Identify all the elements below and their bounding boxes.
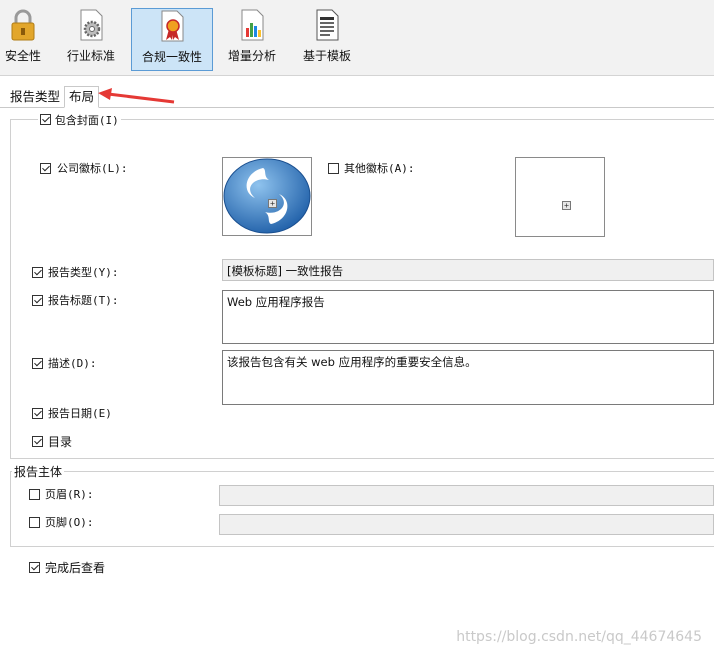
description-field[interactable]: 该报告包含有关 web 应用程序的重要安全信息。: [222, 350, 714, 405]
toc-checkbox[interactable]: [32, 436, 43, 447]
toolbar: 安全性 行业标准 合规一致性 增量分析 基于模板: [0, 0, 714, 76]
watermark: https://blog.csdn.net/qq_44674645: [456, 629, 702, 645]
other-logo-box[interactable]: +: [515, 157, 605, 237]
include-cover-label: 包含封面(I): [54, 114, 119, 127]
footer-field[interactable]: [219, 514, 714, 535]
report-title-checkbox[interactable]: [32, 295, 43, 306]
report-date-label: 报告日期(E): [48, 407, 112, 420]
bar-chart-document-icon: [241, 9, 264, 41]
footer-label: 页脚(O):: [45, 516, 94, 529]
toolbar-label: 安全性: [4, 49, 41, 63]
report-body-group: [10, 471, 714, 547]
report-body-title: 报告主体: [12, 463, 65, 480]
template-document-icon: [316, 9, 339, 41]
company-logo-icon: [223, 158, 311, 234]
report-type-field[interactable]: [模板标题] 一致性报告: [222, 259, 714, 281]
certificate-ribbon-icon: [161, 10, 184, 42]
gear-document-icon: [80, 9, 103, 41]
company-logo-box[interactable]: +: [222, 157, 312, 236]
report-title-label: 报告标题(T):: [48, 294, 119, 307]
report-date-checkbox[interactable]: [32, 408, 43, 419]
toolbar-button-compliance[interactable]: 合规一致性: [131, 8, 213, 71]
tab-report-type[interactable]: 报告类型: [6, 87, 64, 106]
toolbar-button-incremental-analysis[interactable]: 增量分析: [222, 8, 282, 71]
include-cover-checkbox[interactable]: [40, 114, 51, 125]
header-label: 页眉(R):: [45, 488, 94, 501]
report-title-field[interactable]: Web 应用程序报告: [222, 290, 714, 344]
toolbar-button-industry-standard[interactable]: 行业标准: [62, 8, 120, 71]
toolbar-label: 增量分析: [227, 49, 276, 63]
annotation-arrow-icon: [98, 88, 175, 104]
view-after-label: 完成后查看: [45, 561, 106, 575]
toolbar-label: 行业标准: [66, 49, 115, 63]
footer-checkbox[interactable]: [29, 517, 40, 528]
add-image-icon[interactable]: +: [562, 201, 571, 210]
other-logo-label: 其他徽标(A):: [344, 162, 415, 175]
toolbar-label: 合规一致性: [141, 50, 202, 64]
description-checkbox[interactable]: [32, 358, 43, 369]
company-logo-checkbox[interactable]: [40, 163, 51, 174]
tab-layout[interactable]: 布局: [64, 86, 100, 108]
header-checkbox[interactable]: [29, 489, 40, 500]
toolbar-label: 基于模板: [302, 49, 351, 63]
report-type-checkbox[interactable]: [32, 267, 43, 278]
include-cover-row: 包含封面(I): [38, 112, 121, 128]
report-type-label: 报告类型(Y):: [48, 266, 119, 279]
view-after-checkbox[interactable]: [29, 562, 40, 573]
other-logo-checkbox[interactable]: [328, 163, 339, 174]
header-field[interactable]: [219, 485, 714, 506]
lock-icon: [11, 9, 35, 41]
company-logo-label: 公司徽标(L):: [57, 162, 128, 175]
description-label: 描述(D):: [48, 357, 97, 370]
add-image-icon[interactable]: +: [268, 199, 277, 208]
toolbar-button-security[interactable]: 安全性: [2, 8, 44, 71]
toolbar-button-template[interactable]: 基于模板: [298, 8, 356, 71]
toc-label: 目录: [48, 435, 73, 449]
